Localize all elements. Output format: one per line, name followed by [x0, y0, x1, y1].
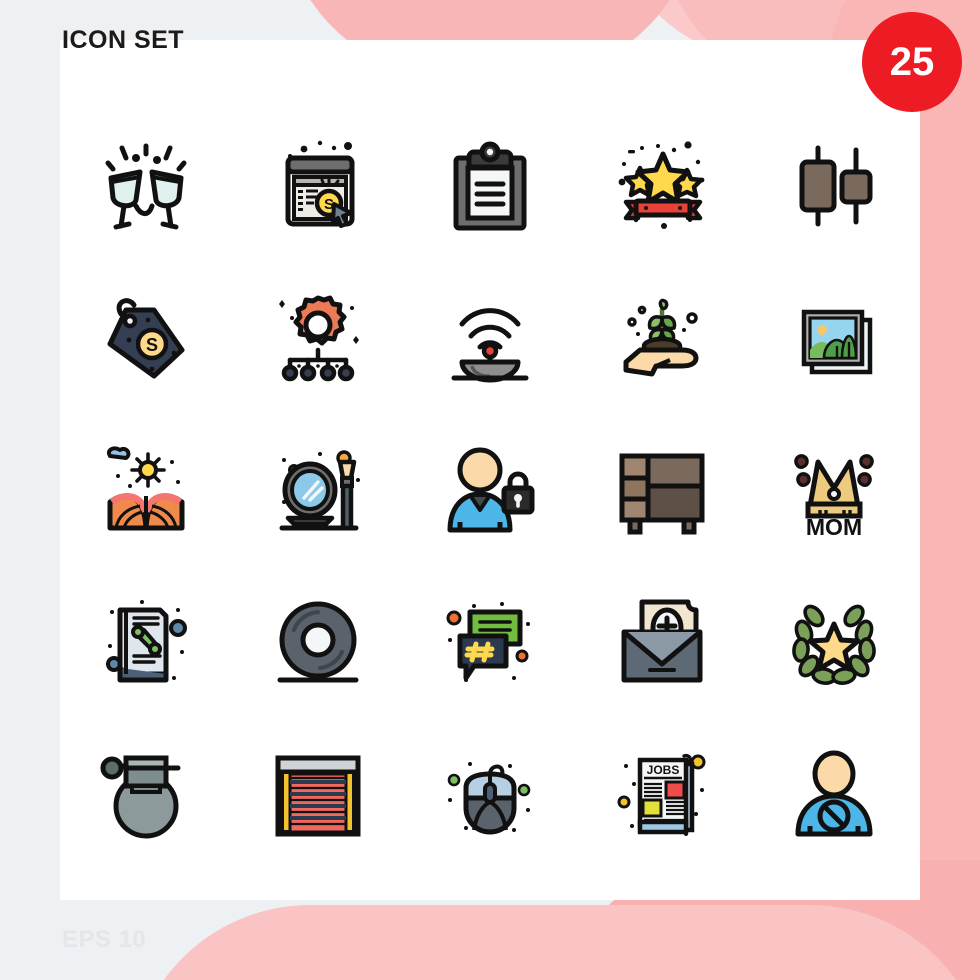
icon-set-page: ICON SET 25 S S MOM JOBS EPS 10 — [0, 0, 980, 980]
icon-cell-price-tag[interactable]: S — [60, 262, 232, 414]
computer-mouse-icon — [440, 744, 540, 844]
icon-cell-pay-per-click[interactable]: S — [232, 110, 404, 262]
laurel-wreath-star-icon — [784, 592, 884, 692]
mom-crown-icon: MOM — [784, 440, 884, 540]
candlestick-chart-icon — [784, 136, 884, 236]
background-blob-bottom — [130, 905, 980, 980]
sunset-field-icon — [96, 440, 196, 540]
satellite-dish-icon — [440, 288, 540, 388]
icon-cell-grenade[interactable] — [60, 718, 232, 870]
icon-grid: S S MOM JOBS — [60, 110, 920, 870]
icon-cell-garage-door[interactable] — [232, 718, 404, 870]
icon-cell-mouse[interactable] — [404, 718, 576, 870]
icon-cell-sunset-field[interactable] — [60, 414, 232, 566]
eps-version-label: EPS 10 — [62, 926, 147, 953]
gear-management-icon — [268, 288, 368, 388]
manual-book-wrench-icon — [96, 592, 196, 692]
icon-cell-gallery[interactable] — [748, 262, 920, 414]
hand-plant-eco-icon — [612, 288, 712, 388]
price-tag-dollar-icon: S — [96, 288, 196, 388]
clipboard-icon — [440, 136, 540, 236]
makeup-mirror-brush-icon — [268, 440, 368, 540]
icon-cell-jobs-newspaper[interactable]: JOBS — [576, 718, 748, 870]
blocked-user-icon — [784, 744, 884, 844]
stars-ribbon-award-icon — [612, 136, 712, 236]
mom-crown-label: MOM — [806, 514, 862, 540]
icon-count-badge: 25 — [862, 12, 962, 112]
icon-cell-dresser[interactable] — [576, 414, 748, 566]
icon-cell-award-stars[interactable] — [576, 110, 748, 262]
newspaper-headline: JOBS — [647, 763, 680, 777]
pay-per-click-browser-icon: S — [268, 136, 368, 236]
page-title: ICON SET — [62, 26, 185, 54]
icon-cell-candlestick[interactable] — [748, 110, 920, 262]
icon-cell-mom-crown[interactable]: MOM — [748, 414, 920, 566]
icon-cell-private-account[interactable] — [404, 414, 576, 566]
icon-cell-eco-plant[interactable] — [576, 262, 748, 414]
icon-cell-laurel-award[interactable] — [748, 566, 920, 718]
icon-cell-invitation[interactable] — [576, 566, 748, 718]
jobs-newspaper-icon: JOBS — [612, 744, 712, 844]
icon-cell-satellite-dish[interactable] — [404, 262, 576, 414]
easter-egg-envelope-icon — [612, 592, 712, 692]
user-lock-private-icon — [440, 440, 540, 540]
icon-cell-blocked-user[interactable] — [748, 718, 920, 870]
icon-cell-manual[interactable] — [60, 566, 232, 718]
icon-cell-management[interactable] — [232, 262, 404, 414]
icon-cell-clipboard[interactable] — [404, 110, 576, 262]
svg-text:S: S — [146, 335, 158, 355]
grenade-icon — [96, 744, 196, 844]
garage-shutter-door-icon — [268, 744, 368, 844]
tire-wheel-icon — [268, 592, 368, 692]
cheers-glasses-icon — [96, 136, 196, 236]
icon-cell-mirror[interactable] — [232, 414, 404, 566]
dresser-cabinet-icon — [612, 440, 712, 540]
icon-cell-cheers[interactable] — [60, 110, 232, 262]
icon-cell-hashtag-chat[interactable] — [404, 566, 576, 718]
hashtag-chat-bubbles-icon — [440, 592, 540, 692]
photo-gallery-icon — [784, 288, 884, 388]
icon-cell-tire[interactable] — [232, 566, 404, 718]
